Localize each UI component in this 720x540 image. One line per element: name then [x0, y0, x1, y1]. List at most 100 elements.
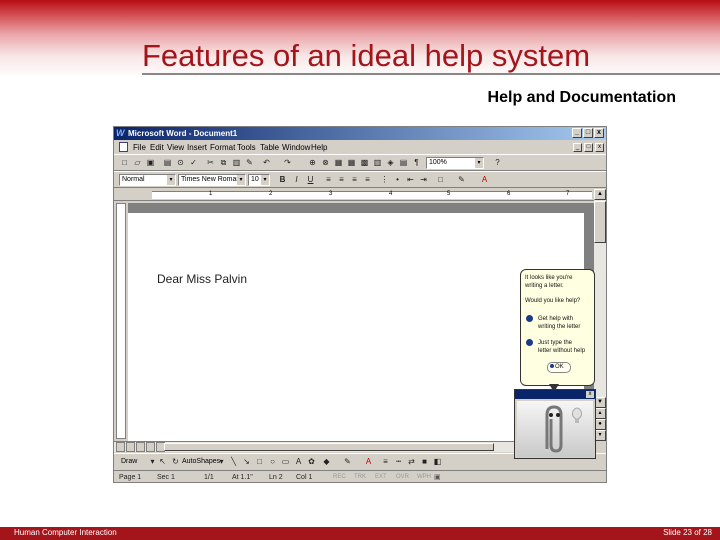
select-objects-icon[interactable]: ↖ — [157, 457, 168, 467]
assistant-close-button[interactable]: x — [586, 391, 594, 398]
doc-minimize-button[interactable]: _ — [573, 143, 582, 152]
highlight-icon[interactable]: ✎ — [456, 175, 467, 185]
borders-icon[interactable]: □ — [435, 175, 446, 185]
font-dropdown-icon[interactable]: ▾ — [237, 175, 245, 185]
format-painter-icon[interactable]: ✎ — [244, 158, 255, 168]
tables-borders-icon[interactable]: ▦ — [333, 158, 344, 168]
dropdown-arrow-icon[interactable]: ▾ — [216, 457, 227, 467]
print-layout-view-icon[interactable] — [136, 442, 145, 452]
option-bullet-icon[interactable] — [526, 339, 533, 346]
maximize-button[interactable]: □ — [583, 128, 593, 138]
horizontal-ruler[interactable]: 1 2 3 4 5 6 7 — [114, 189, 594, 201]
font-size-dropdown-icon[interactable]: ▾ — [261, 175, 269, 185]
print-icon[interactable]: ▤ — [162, 158, 173, 168]
status-rec[interactable]: REC — [333, 472, 346, 482]
columns-icon[interactable]: ▥ — [372, 158, 383, 168]
style-dropdown-icon[interactable]: ▾ — [167, 175, 175, 185]
font-select[interactable]: Times New Roman ▾ — [178, 174, 246, 186]
fill-color-icon[interactable]: ◆ — [321, 457, 332, 467]
menu-insert[interactable]: Insert — [187, 143, 207, 153]
align-right-icon[interactable]: ≡ — [349, 175, 360, 185]
print-preview-icon[interactable]: ⊙ — [175, 158, 186, 168]
wordart-icon[interactable]: A — [293, 457, 304, 467]
option-bullet-icon[interactable] — [526, 315, 533, 322]
assistant-scene[interactable] — [517, 401, 593, 457]
status-wph[interactable]: WPH — [417, 472, 431, 482]
show-hide-icon[interactable]: ¶ — [411, 158, 422, 168]
underline-button[interactable]: U — [305, 175, 316, 185]
vertical-ruler[interactable] — [116, 203, 126, 439]
3d-icon[interactable]: ◧ — [432, 457, 443, 467]
cut-icon[interactable]: ✂ — [205, 158, 216, 168]
outline-view-icon[interactable] — [146, 442, 155, 452]
spelling-icon[interactable]: ✓ — [188, 158, 199, 168]
ok-button[interactable]: OK — [547, 362, 571, 373]
style-select[interactable]: Normal ▾ — [119, 174, 176, 186]
copy-icon[interactable]: ⧉ — [218, 158, 229, 168]
insert-excel-icon[interactable]: ▩ — [359, 158, 370, 168]
document-text[interactable]: Dear Miss Palvin — [157, 272, 247, 286]
document-icon[interactable] — [119, 142, 128, 152]
font-color-icon[interactable]: A — [363, 457, 374, 467]
increase-indent-icon[interactable]: ⇥ — [418, 175, 429, 185]
office-assistant-icon[interactable]: ? — [492, 158, 503, 168]
font-color-icon[interactable]: A — [479, 175, 490, 185]
menu-window[interactable]: Window — [282, 143, 310, 153]
numbering-icon[interactable]: ⋮ — [379, 175, 390, 185]
zoom-select[interactable]: 100% ▾ — [426, 157, 484, 169]
justify-icon[interactable]: ≡ — [362, 175, 373, 185]
close-button[interactable]: x — [594, 128, 604, 138]
text-box-icon[interactable]: ▭ — [280, 457, 291, 467]
line-icon[interactable]: ╲ — [228, 457, 239, 467]
doc-close-button[interactable]: x — [595, 143, 604, 152]
option-get-help-line1[interactable]: Get help with — [538, 315, 573, 323]
draw-menu[interactable]: Draw — [121, 457, 137, 467]
drawing-icon[interactable]: ◈ — [385, 158, 396, 168]
horizontal-scroll-thumb[interactable] — [164, 443, 494, 451]
menu-table[interactable]: Table — [260, 143, 279, 153]
arrow-icon[interactable]: ↘ — [241, 457, 252, 467]
new-document-icon[interactable]: □ — [119, 158, 130, 168]
menu-format[interactable]: Format — [210, 143, 235, 153]
menu-tools[interactable]: Tools — [237, 143, 256, 153]
status-trk[interactable]: TRK — [354, 472, 366, 482]
line-color-icon[interactable]: ✎ — [342, 457, 353, 467]
line-style-icon[interactable]: ≡ — [380, 457, 391, 467]
rectangle-icon[interactable]: □ — [254, 457, 265, 467]
arrow-style-icon[interactable]: ⇄ — [406, 457, 417, 467]
scroll-thumb[interactable] — [594, 201, 606, 243]
window-titlebar[interactable]: W Microsoft Word - Document1 _ □ x — [114, 127, 606, 140]
undo-icon[interactable]: ↶ — [261, 158, 272, 168]
redo-icon[interactable]: ↷ — [282, 158, 293, 168]
menu-help[interactable]: Help — [311, 143, 327, 153]
decrease-indent-icon[interactable]: ⇤ — [405, 175, 416, 185]
spelling-status-icon[interactable]: ▣ — [434, 472, 441, 482]
save-icon[interactable]: ▣ — [145, 158, 156, 168]
oval-icon[interactable]: ○ — [267, 457, 278, 467]
document-map-icon[interactable]: ▤ — [398, 158, 409, 168]
menu-view[interactable]: View — [167, 143, 184, 153]
open-folder-icon[interactable]: ▱ — [132, 158, 143, 168]
dash-style-icon[interactable]: ┅ — [393, 457, 404, 467]
font-size-select[interactable]: 10 ▾ — [248, 174, 270, 186]
assistant-titlebar[interactable]: x — [515, 390, 595, 399]
align-center-icon[interactable]: ≡ — [336, 175, 347, 185]
hyperlink-icon[interactable]: ⊕ — [307, 158, 318, 168]
insert-table-icon[interactable]: ▦ — [346, 158, 357, 168]
status-ext[interactable]: EXT — [375, 472, 387, 482]
bullets-icon[interactable]: • — [392, 175, 403, 185]
menu-edit[interactable]: Edit — [150, 143, 164, 153]
menu-file[interactable]: File — [133, 143, 146, 153]
align-left-icon[interactable]: ≡ — [323, 175, 334, 185]
web-toolbar-icon[interactable]: ⊗ — [320, 158, 331, 168]
clip-art-icon[interactable]: ✿ — [306, 457, 317, 467]
status-ovr[interactable]: OVR — [396, 472, 409, 482]
italic-button[interactable]: I — [291, 175, 302, 185]
web-layout-view-icon[interactable] — [126, 442, 135, 452]
bold-button[interactable]: B — [277, 175, 288, 185]
scroll-up-icon[interactable]: ▲ — [594, 189, 606, 200]
option-no-help-line1[interactable]: Just type the — [538, 339, 572, 347]
paste-icon[interactable]: ▥ — [231, 158, 242, 168]
normal-view-icon[interactable] — [116, 442, 125, 452]
minimize-button[interactable]: _ — [572, 128, 582, 138]
